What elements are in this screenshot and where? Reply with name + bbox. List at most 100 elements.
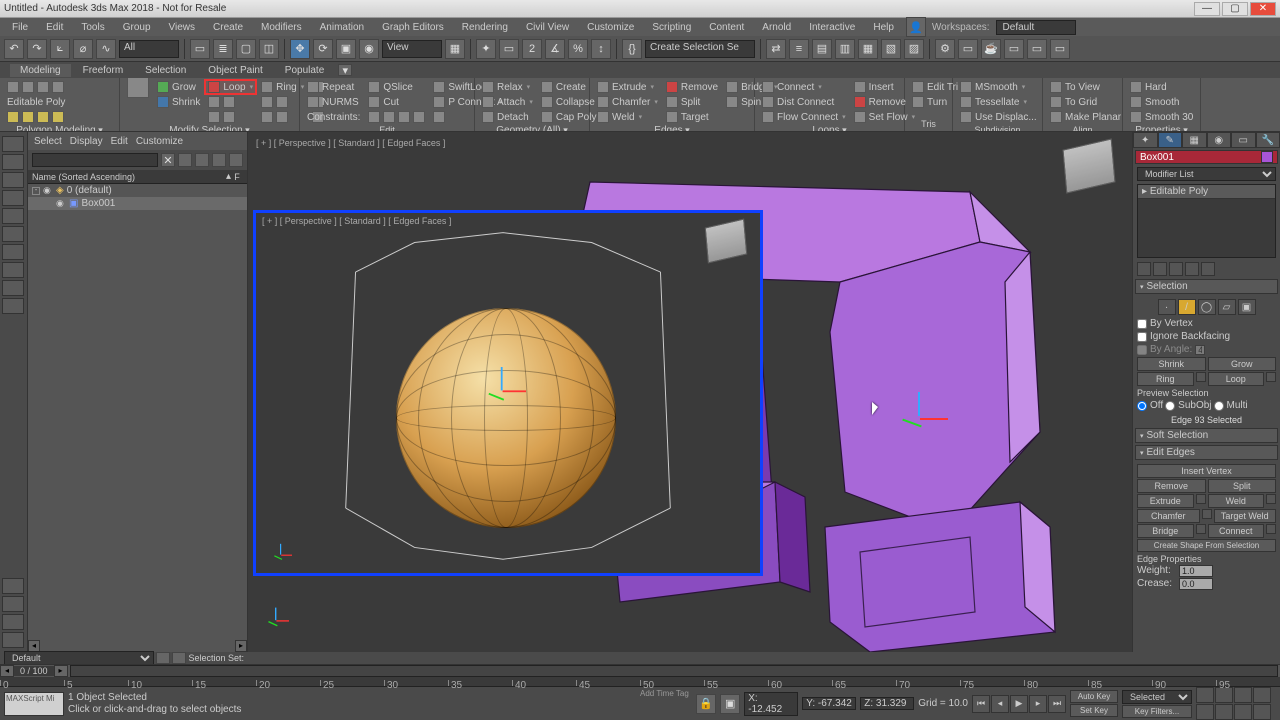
grow-sel-button[interactable]: Grow: [1208, 357, 1277, 371]
rail-btn-4[interactable]: [2, 190, 24, 206]
stack-pin[interactable]: [1137, 262, 1151, 276]
usedisplac-button[interactable]: Use Displac...: [957, 110, 1040, 124]
toggle-ribbon-button[interactable]: ▥: [835, 39, 855, 59]
select-scale-button[interactable]: ▣: [336, 39, 356, 59]
angle-snap-button[interactable]: ∡: [545, 39, 565, 59]
subobj-border[interactable]: ◯: [1198, 299, 1216, 315]
rollout-soft-selection[interactable]: Soft Selection: [1135, 428, 1278, 443]
stack-show-end[interactable]: [1153, 262, 1167, 276]
menu-rendering[interactable]: Rendering: [454, 20, 516, 35]
nurms-button[interactable]: NURMS: [304, 95, 363, 109]
rail-btn-9[interactable]: [2, 280, 24, 296]
subobj-polygon[interactable]: ▱: [1218, 299, 1236, 315]
subobj-element[interactable]: ▣: [1238, 299, 1256, 315]
preview-subobj[interactable]: [1165, 401, 1175, 411]
ribbon-preview-big[interactable]: [124, 80, 152, 94]
tab-utilities[interactable]: 🔧: [1256, 132, 1280, 148]
schematic-view-button[interactable]: ▧: [881, 39, 901, 59]
nav-maximize[interactable]: [1234, 704, 1252, 720]
time-frame[interactable]: 0 / 100: [14, 666, 54, 676]
menu-help[interactable]: Help: [865, 20, 902, 35]
remove-button[interactable]: Remove: [663, 80, 721, 94]
msmooth-button[interactable]: MSmooth▾: [957, 80, 1040, 94]
floating-viewport[interactable]: [ + ] [ Perspective ] [ Standard ] [ Edg…: [253, 210, 763, 576]
render-production-button[interactable]: ☕: [981, 39, 1001, 59]
menu-content[interactable]: Content: [701, 20, 752, 35]
ribbon-tab-objectpaint[interactable]: Object Paint: [198, 64, 272, 77]
qslice-button[interactable]: QSlice: [365, 80, 428, 94]
weld-button[interactable]: Weld▾: [594, 110, 661, 124]
render-online-button[interactable]: ▭: [1050, 39, 1070, 59]
scene-display[interactable]: Display: [70, 136, 103, 147]
togrid-button[interactable]: To Grid: [1047, 95, 1124, 109]
object-box001[interactable]: Box001: [81, 198, 115, 209]
rail-btn-13[interactable]: [2, 614, 24, 630]
layer-tool-a[interactable]: [156, 652, 170, 664]
prev-frame[interactable]: ◂: [991, 695, 1009, 713]
rail-btn-14[interactable]: [2, 632, 24, 648]
minimize-button[interactable]: —: [1194, 2, 1220, 16]
repeat-button[interactable]: Repeat: [304, 80, 363, 94]
add-time-tag[interactable]: Add Time Tag: [640, 689, 689, 698]
scene-search-clear[interactable]: ✕: [161, 153, 175, 167]
rail-btn-2[interactable]: [2, 154, 24, 170]
relax-button[interactable]: Relax▾: [479, 80, 536, 94]
maximize-button[interactable]: ▢: [1222, 2, 1248, 16]
scene-header-f[interactable]: F: [231, 172, 243, 182]
nav-orbit[interactable]: [1215, 704, 1233, 720]
scene-select[interactable]: Select: [34, 136, 62, 147]
chamfer-edge-button[interactable]: Chamfer: [1137, 509, 1200, 523]
target-weld-button[interactable]: Target Weld: [1214, 509, 1277, 523]
ring-spinner[interactable]: [1196, 372, 1206, 382]
weld-edge-button[interactable]: Weld: [1208, 494, 1265, 508]
scene-tool-a[interactable]: [178, 153, 192, 167]
redo-button[interactable]: ↷: [27, 39, 47, 59]
stack-remove[interactable]: [1185, 262, 1199, 276]
menu-file[interactable]: File: [4, 20, 36, 35]
rail-btn-11[interactable]: [2, 578, 24, 594]
move-gizmo[interactable]: [906, 410, 946, 450]
stack-editable-poly[interactable]: ▸ Editable Poly: [1138, 185, 1275, 199]
render-iterative-button[interactable]: ▭: [1004, 39, 1024, 59]
rail-btn-3[interactable]: [2, 172, 24, 188]
preview-off[interactable]: [1137, 401, 1147, 411]
named-selection-set[interactable]: Create Selection Se: [645, 40, 755, 58]
loop-sel-button[interactable]: Loop: [1208, 372, 1265, 386]
mirror-button[interactable]: ⇄: [766, 39, 786, 59]
crease-value[interactable]: [1179, 578, 1213, 590]
layer-select[interactable]: Default: [4, 651, 154, 665]
lock-selection-button[interactable]: 🔒: [696, 694, 716, 714]
by-vertex-check[interactable]: [1137, 319, 1147, 329]
select-manipulate-button[interactable]: ✦: [476, 39, 496, 59]
preview-multi[interactable]: [1214, 401, 1224, 411]
toview-button[interactable]: To View: [1047, 80, 1124, 94]
scene-edit[interactable]: Edit: [111, 136, 128, 147]
link-button[interactable]: ⟀: [50, 39, 70, 59]
rect-region-button[interactable]: ▢: [236, 39, 256, 59]
nav-zoom[interactable]: [1196, 687, 1214, 703]
rendered-frame-button[interactable]: ▭: [958, 39, 978, 59]
menu-edit[interactable]: Edit: [38, 20, 71, 35]
menu-customize[interactable]: Customize: [579, 20, 642, 35]
select-by-name-button[interactable]: ≣: [213, 39, 233, 59]
tab-create[interactable]: ✦: [1133, 132, 1158, 148]
flowconnect-button[interactable]: Flow Connect▾: [759, 110, 849, 124]
snap-2d-button[interactable]: 2: [522, 39, 542, 59]
ignore-backfacing-check[interactable]: [1137, 332, 1147, 342]
split-edge-button[interactable]: Split: [1208, 479, 1277, 493]
rail-btn-10[interactable]: [2, 298, 24, 314]
menu-animation[interactable]: Animation: [312, 20, 372, 35]
scene-tool-b[interactable]: [195, 153, 209, 167]
ribbon-tab-populate[interactable]: Populate: [275, 64, 334, 77]
workspaces-select[interactable]: Default: [996, 20, 1076, 35]
undo-button[interactable]: ↶: [4, 39, 24, 59]
coord-x[interactable]: X: -12.452: [744, 692, 798, 716]
select-object-button[interactable]: ▭: [190, 39, 210, 59]
menu-create[interactable]: Create: [205, 20, 251, 35]
ref-coord-select[interactable]: View: [382, 40, 442, 58]
scene-tool-d[interactable]: [229, 153, 243, 167]
rollout-selection[interactable]: Selection: [1135, 279, 1278, 294]
split-button[interactable]: Split: [663, 95, 721, 109]
rail-btn-1[interactable]: [2, 136, 24, 152]
smooth-button[interactable]: Smooth: [1127, 95, 1196, 109]
